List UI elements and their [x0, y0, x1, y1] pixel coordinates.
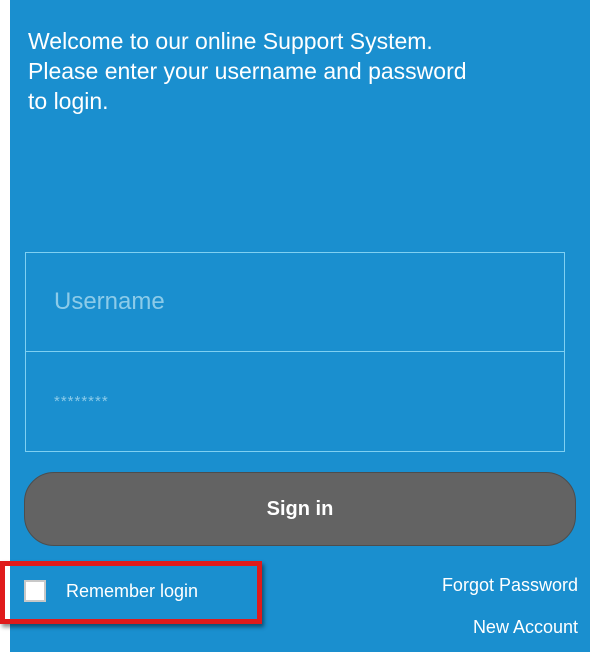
- password-input[interactable]: [26, 352, 564, 451]
- forgot-password-link[interactable]: Forgot Password: [442, 575, 578, 596]
- welcome-line-2: Please enter your username and password: [28, 58, 467, 84]
- welcome-line-3: to login.: [28, 88, 109, 114]
- remember-login[interactable]: Remember login: [24, 576, 198, 606]
- login-panel: Welcome to our online Support System. Pl…: [10, 0, 590, 652]
- username-input[interactable]: [26, 253, 564, 352]
- sign-in-button[interactable]: Sign in: [24, 472, 576, 546]
- welcome-message: Welcome to our online Support System. Pl…: [28, 26, 578, 116]
- remember-label: Remember login: [66, 580, 199, 601]
- remember-checkbox[interactable]: [24, 580, 46, 602]
- welcome-line-1: Welcome to our online Support System.: [28, 28, 433, 54]
- credentials-group: [25, 252, 565, 452]
- new-account-link[interactable]: New Account: [473, 617, 578, 638]
